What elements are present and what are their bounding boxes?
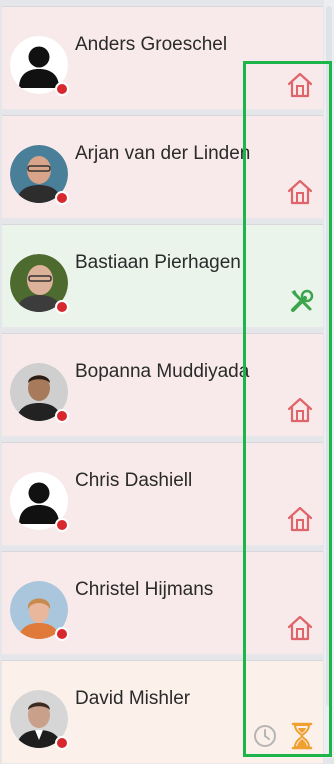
contact-card-david-mishler[interactable]: David Mishler <box>2 660 323 764</box>
home-icon <box>286 71 314 99</box>
hourglass-icon <box>290 722 314 750</box>
home-icon <box>286 396 314 424</box>
presence-busy-indicator <box>55 736 69 750</box>
clock-icon <box>252 723 278 749</box>
presence-busy-indicator <box>55 300 69 314</box>
presence-busy-indicator <box>55 191 69 205</box>
contact-card-arjan-van-der-linden[interactable]: Arjan van der Linden <box>2 115 323 219</box>
presence-busy-indicator <box>55 627 69 641</box>
contact-name: Bastiaan Pierhagen <box>75 252 241 273</box>
scrollbar[interactable] <box>324 0 334 758</box>
contact-card-christel-hijmans[interactable]: Christel Hijmans <box>2 551 323 655</box>
presence-busy-indicator <box>55 409 69 423</box>
contact-list: Anders Groeschel Arjan van der Linden Ba… <box>0 0 334 764</box>
contact-name: Bopanna Muddiyada <box>75 361 250 382</box>
home-icon <box>286 178 314 206</box>
contact-name: Arjan van der Linden <box>75 143 251 164</box>
home-icon <box>286 614 314 642</box>
contact-name: Chris Dashiell <box>75 470 193 491</box>
home-icon <box>286 505 314 533</box>
contact-name: David Mishler <box>75 688 191 709</box>
tools-icon <box>288 287 316 315</box>
contact-card-bopanna-muddiyada[interactable]: Bopanna Muddiyada <box>2 333 323 437</box>
scrollbar-thumb[interactable] <box>326 6 332 706</box>
contact-name: Anders Groeschel <box>75 34 228 55</box>
contact-name: Christel Hijmans <box>75 579 214 600</box>
presence-busy-indicator <box>55 518 69 532</box>
presence-busy-indicator <box>55 82 69 96</box>
contact-card-chris-dashiell[interactable]: Chris Dashiell <box>2 442 323 546</box>
contact-card-bastiaan-pierhagen[interactable]: Bastiaan Pierhagen <box>2 224 323 328</box>
contact-card-anders-groeschel[interactable]: Anders Groeschel <box>2 6 323 110</box>
